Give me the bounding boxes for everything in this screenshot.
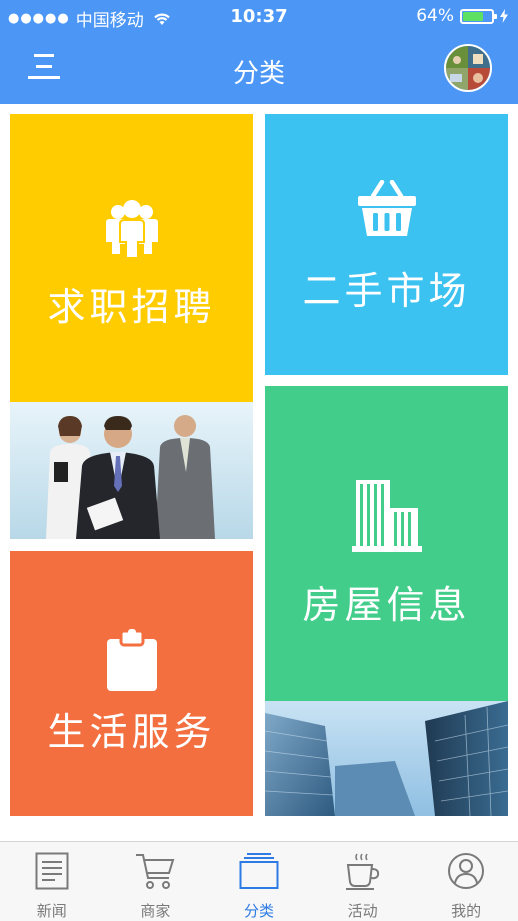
cart-icon — [136, 854, 175, 889]
skyscraper-image — [265, 701, 508, 816]
status-right: 64% — [416, 6, 508, 26]
tile-life[interactable]: 生活服务 — [10, 551, 253, 816]
charging-icon — [500, 9, 508, 23]
building-icon — [351, 480, 422, 552]
tab-news-label: 新闻 — [36, 902, 67, 920]
tab-merchants-label: 商家 — [140, 902, 171, 920]
navigation-bar: 分类 — [0, 34, 518, 104]
tab-profile-label: 我的 — [451, 902, 482, 920]
tile-jobs-label: 求职招聘 — [47, 285, 216, 329]
category-icon — [239, 853, 279, 889]
tile-jobs[interactable]: 求职招聘 — [10, 114, 253, 402]
business-people-image — [10, 402, 253, 539]
tile-housing[interactable]: 房屋信息 — [265, 386, 508, 701]
tile-market[interactable]: 二手市场 — [265, 114, 508, 375]
people-icon — [105, 200, 158, 259]
tab-news[interactable]: 新闻 — [0, 842, 104, 921]
clipboard-icon — [106, 629, 157, 691]
status-bar: ●●●●● 中国移动 10:37 64% — [0, 0, 518, 34]
coffee-icon — [345, 853, 379, 890]
tab-activities[interactable]: 活动 — [311, 842, 415, 921]
tab-categories-label: 分类 — [243, 902, 274, 920]
tile-housing-label: 房屋信息 — [302, 583, 471, 627]
avatar[interactable] — [444, 44, 492, 92]
battery-icon — [460, 8, 497, 24]
battery-percent: 64% — [416, 6, 454, 26]
tile-market-label: 二手市场 — [302, 269, 471, 313]
tab-categories[interactable]: 分类 — [207, 842, 311, 921]
basket-icon — [357, 180, 416, 236]
tab-activities-label: 活动 — [347, 902, 378, 920]
user-icon — [448, 853, 485, 889]
tab-bar: 新闻 商家 分类 活动 我的 — [0, 841, 518, 921]
tab-profile[interactable]: 我的 — [414, 842, 518, 921]
tab-merchants[interactable]: 商家 — [104, 842, 208, 921]
tile-life-label: 生活服务 — [47, 710, 216, 754]
newspaper-icon — [35, 852, 69, 890]
page-title: 分类 — [232, 59, 285, 89]
